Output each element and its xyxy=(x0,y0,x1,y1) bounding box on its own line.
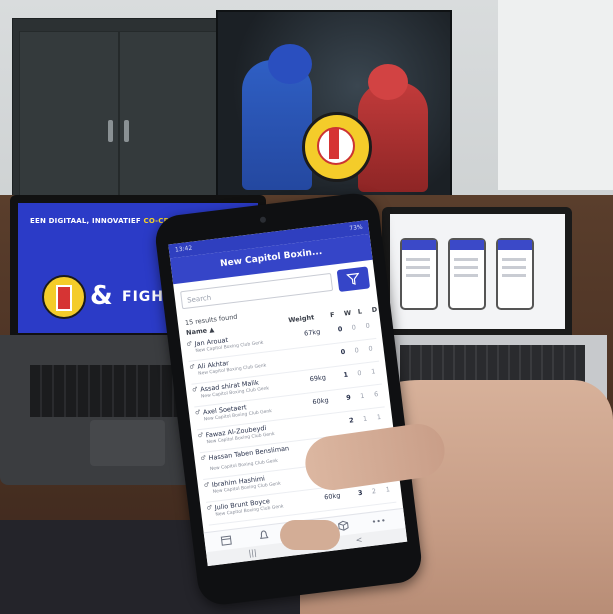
athlete-weight: 60kg xyxy=(312,396,330,407)
athlete-losses: 0 xyxy=(365,321,371,331)
status-time: 13:42 xyxy=(174,244,193,254)
athlete-wins: 0 xyxy=(351,323,357,332)
athlete-losses: 1 xyxy=(376,412,382,422)
athlete-fights: 9 xyxy=(345,393,352,402)
male-icon: ♂ xyxy=(191,386,198,394)
athlete-fights: 3 xyxy=(357,488,363,498)
athlete-fights: 0 xyxy=(340,347,346,357)
athlete-wins: 1 xyxy=(362,414,368,424)
male-icon: ♂ xyxy=(206,504,213,512)
bell-icon[interactable] xyxy=(256,529,271,543)
athlete-fights: 0 xyxy=(337,324,343,334)
club-logo xyxy=(42,275,86,319)
athlete-losses: 6 xyxy=(373,390,379,399)
athlete-weight: 69kg xyxy=(309,373,327,384)
athlete-fights: 1 xyxy=(343,370,349,380)
cabinet-door-left xyxy=(19,31,119,213)
athlete-weight: 60kg xyxy=(323,491,341,502)
app-mockup xyxy=(496,238,534,310)
filter-icon xyxy=(346,272,360,285)
whiteboard xyxy=(498,0,613,190)
male-icon: ♂ xyxy=(186,340,193,348)
boxer-blue-headgear xyxy=(268,44,312,84)
column-draws[interactable]: D xyxy=(371,306,377,315)
storage-cabinet xyxy=(12,18,224,225)
cabinet-handle xyxy=(124,120,129,142)
male-icon: ♂ xyxy=(203,481,210,489)
male-icon: ♂ xyxy=(188,363,196,371)
athlete-wins: 0 xyxy=(354,346,360,355)
app-mockup xyxy=(448,238,486,310)
column-losses[interactable]: L xyxy=(357,307,362,315)
athlete-weight: 67kg xyxy=(303,327,321,338)
athlete-wins: 2 xyxy=(371,487,377,496)
finger xyxy=(280,520,340,550)
photo-scene: EEN DIGITAAL, INNOVATIEF CO-CREATIE & FI… xyxy=(0,0,613,614)
athlete-losses: 1 xyxy=(385,485,391,494)
male-icon: ♂ xyxy=(200,454,207,463)
left-laptop-touchpad xyxy=(90,420,165,466)
athlete-losses: 0 xyxy=(368,344,374,353)
phone-screen: 13:42 73% New Capitol Boxin... Search 15… xyxy=(168,220,408,567)
back-button[interactable]: < xyxy=(355,535,363,545)
athlete-list: ♂ Jan Arouat New Capitol Boxing Club Gen… xyxy=(180,315,403,528)
athlete-fights: 2 xyxy=(348,416,355,425)
athlete-wins: 1 xyxy=(359,391,365,401)
more-icon[interactable]: ••• xyxy=(371,515,386,529)
athlete-wins: 0 xyxy=(356,368,362,378)
male-icon: ♂ xyxy=(194,408,201,417)
column-fights[interactable]: F xyxy=(330,311,335,319)
app-mockup xyxy=(400,238,438,310)
boxing-poster xyxy=(216,10,452,199)
recents-button[interactable]: ||| xyxy=(248,548,257,558)
cabinet-door-right xyxy=(119,31,219,213)
status-battery: 73% xyxy=(348,223,364,233)
athlete-losses: 1 xyxy=(370,367,376,376)
boxer-red-headgear xyxy=(368,64,408,100)
calendar-icon[interactable] xyxy=(218,534,233,548)
front-camera xyxy=(259,216,267,224)
club-logo xyxy=(302,112,372,182)
ampersand: & xyxy=(90,281,113,311)
filter-button[interactable] xyxy=(336,266,371,293)
male-icon: ♂ xyxy=(197,431,204,440)
right-laptop-keyboard xyxy=(400,345,585,385)
right-laptop-display xyxy=(390,214,565,329)
column-wins[interactable]: W xyxy=(344,309,352,318)
cabinet-handle xyxy=(108,120,113,142)
